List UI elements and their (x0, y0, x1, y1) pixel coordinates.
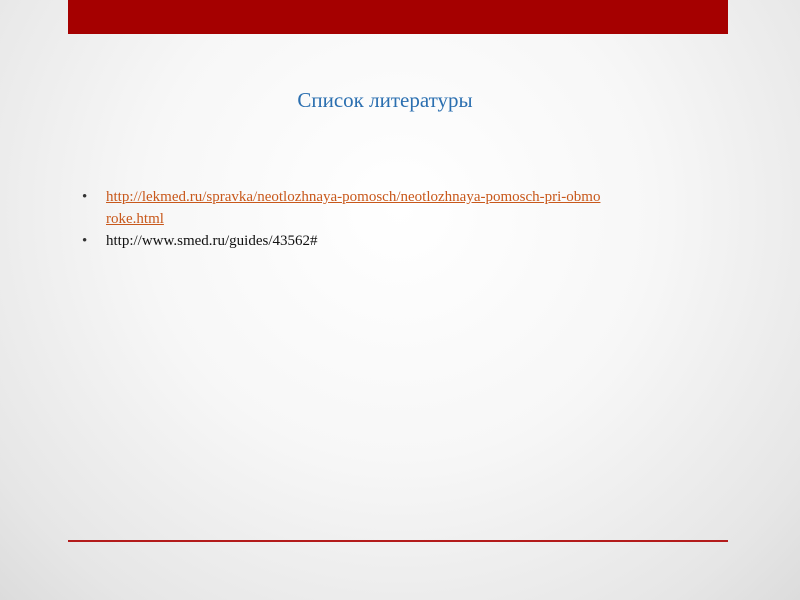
list-item: • http://www.smed.ru/guides/43562# (82, 230, 602, 252)
slide-title: Список литературы (297, 88, 473, 112)
bullet-icon: • (82, 189, 88, 205)
reference-text: http://www.smed.ru/guides/43562# (106, 233, 318, 249)
list-item: • http://lekmed.ru/spravka/neotlozhnaya-… (82, 186, 602, 230)
reference-link[interactable]: http://lekmed.ru/spravka/neotlozhnaya-po… (106, 189, 600, 227)
reference-list: • http://lekmed.ru/spravka/neotlozhnaya-… (82, 186, 602, 252)
top-accent-bar (68, 0, 728, 34)
bullet-icon: • (82, 233, 88, 249)
bottom-divider (68, 540, 728, 542)
